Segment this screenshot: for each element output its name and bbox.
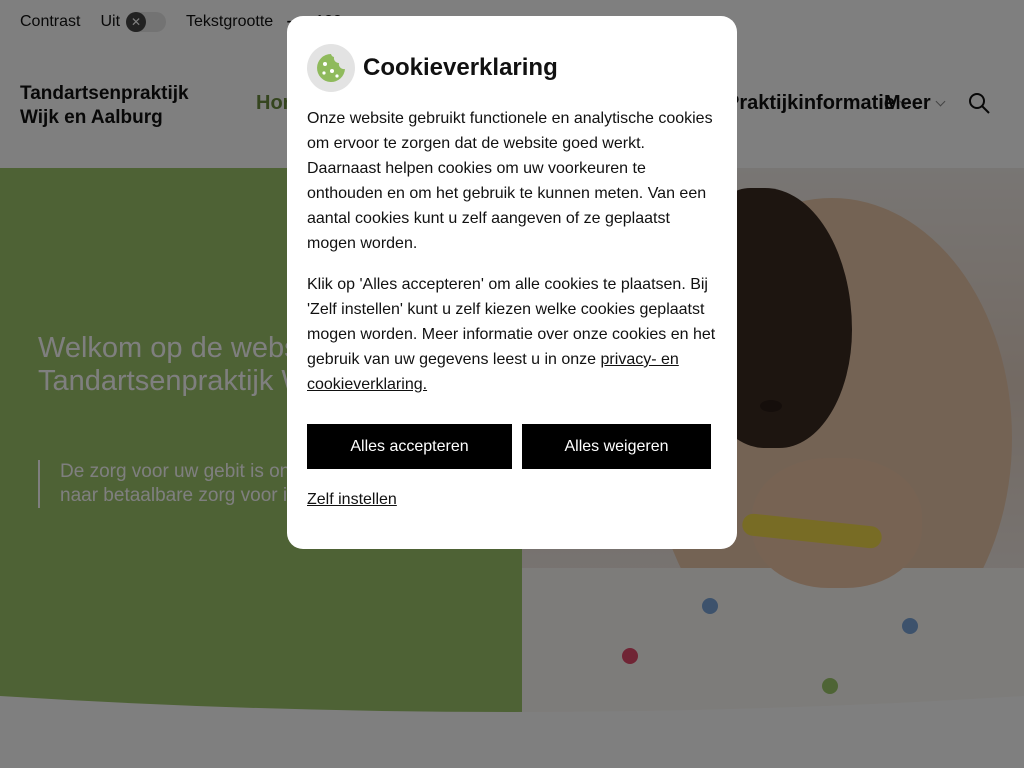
accept-all-button[interactable]: Alles accepteren	[307, 424, 512, 469]
cookie-dialog-header: Cookieverklaring	[307, 44, 717, 92]
cookie-intro-text: Onze website gebruikt functionele en ana…	[307, 110, 713, 252]
cookie-dialog: Cookieverklaring Onze website gebruikt f…	[287, 16, 737, 549]
cookie-icon	[307, 44, 355, 92]
cookie-instructions-text: Klik op 'Alles accepteren' om alle cooki…	[307, 272, 717, 397]
refuse-all-button[interactable]: Alles weigeren	[522, 424, 711, 469]
cookie-dialog-title: Cookieverklaring	[363, 54, 558, 81]
cookie-actions: Alles accepteren Alles weigeren	[307, 424, 717, 469]
custom-settings-link[interactable]: Zelf instellen	[307, 491, 397, 509]
